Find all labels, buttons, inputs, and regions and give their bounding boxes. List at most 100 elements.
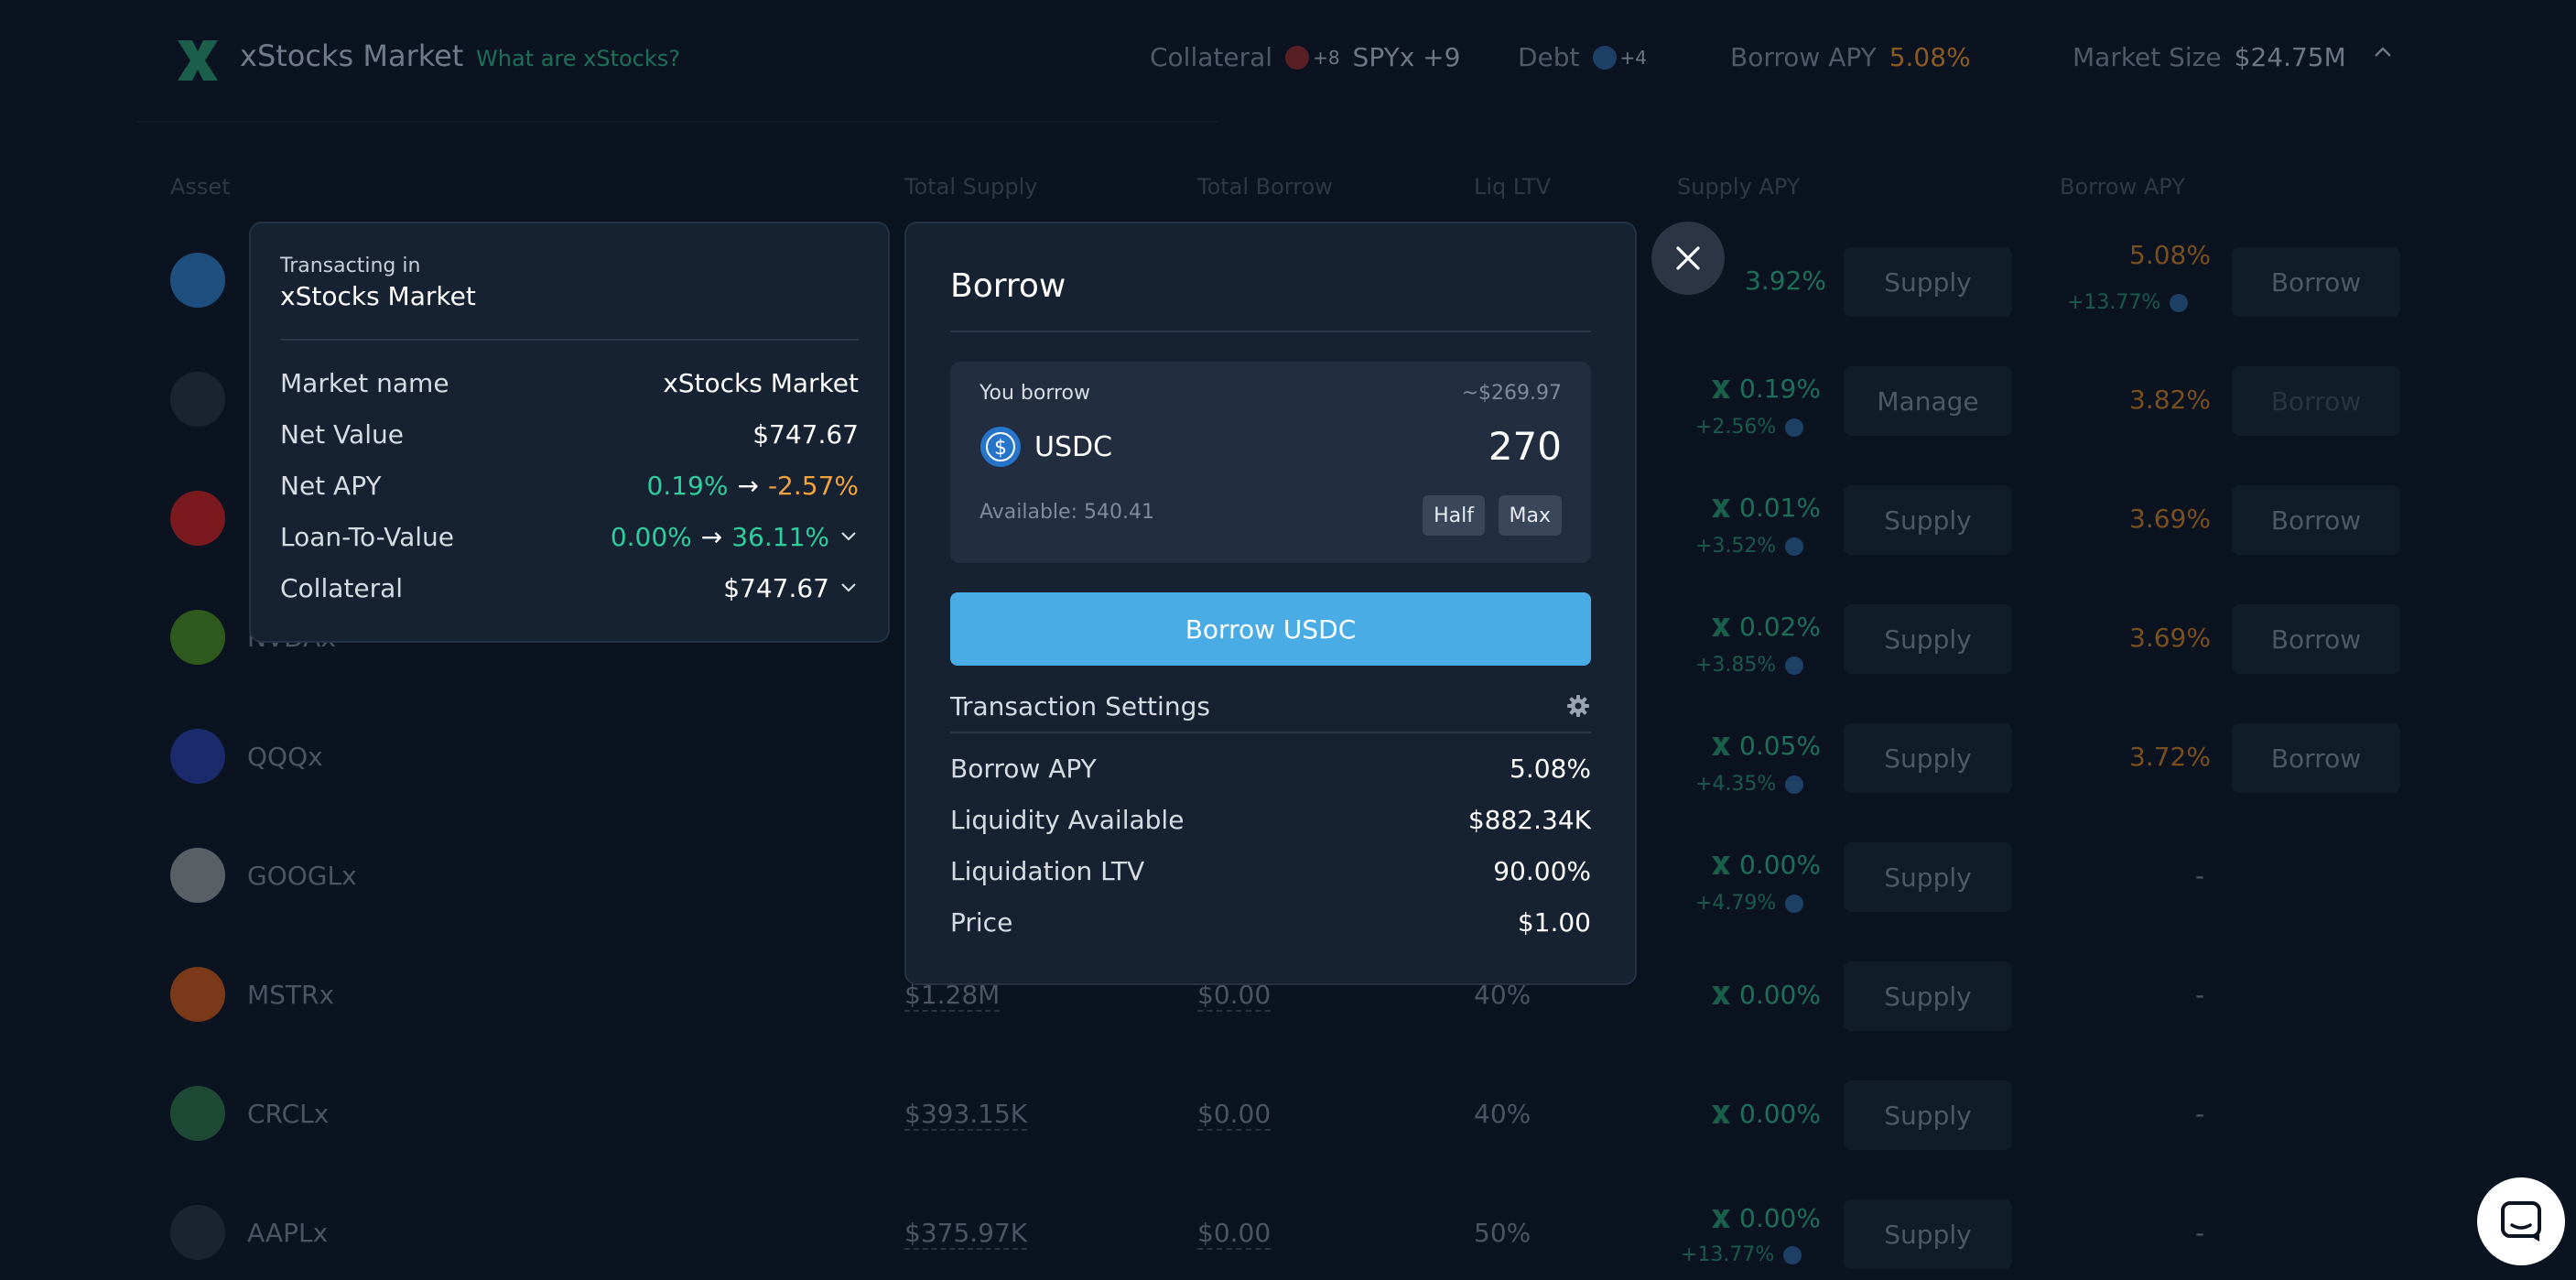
market-name-label: Market name [280, 367, 449, 398]
col-total-borrow[interactable]: Total Borrow [1197, 174, 1333, 200]
borrow-button[interactable]: Borrow [2232, 604, 2400, 674]
debt-stat[interactable]: Debt +4 [1518, 42, 1647, 72]
ltv-row[interactable]: Loan-To-Value 0.00% → 36.11% [280, 511, 859, 562]
supply-apy-boost: +3.85% [1695, 654, 1804, 677]
supply-apy-boost: +4.35% [1695, 773, 1804, 796]
supply-button[interactable]: Supply [1844, 723, 2012, 793]
asset-name: QQQx [247, 742, 323, 772]
supply-button[interactable]: Supply [1844, 842, 2012, 912]
supply-button[interactable]: Supply [1844, 604, 2012, 674]
liq-ltv: 50% [1474, 1218, 1532, 1248]
spy-icon [170, 372, 225, 427]
supply-apy: 0.00% [1710, 850, 1821, 880]
borrow-usdc-button[interactable]: Borrow USDC [950, 592, 1591, 666]
reward-icon [1785, 537, 1804, 556]
borrow-modal: Borrow You borrow ~$269.97 $ USDC Availa… [904, 222, 1637, 985]
chat-icon [2501, 1201, 2541, 1242]
title-divider [950, 331, 1591, 332]
supply-apy-value: 0.00% [1739, 850, 1821, 880]
supply-button[interactable]: Supply [1844, 485, 2012, 555]
supply-apy-boost: +4.79% [1695, 892, 1804, 915]
borrow-amount-input[interactable] [1232, 424, 1562, 469]
what-are-xstocks-link[interactable]: What are xStocks? [476, 46, 680, 71]
collateral-badges: +8 [1285, 45, 1340, 70]
reward-icon [1785, 656, 1804, 675]
col-total-supply[interactable]: Total Supply [904, 174, 1037, 200]
settings-divider [950, 732, 1591, 733]
boost-value: +2.56% [1695, 416, 1777, 439]
supply-button[interactable]: Supply [1844, 1080, 2012, 1150]
collateral-row[interactable]: Collateral $747.67 [280, 562, 859, 613]
collateral-label: Collateral [280, 572, 404, 603]
xstocks-mini-icon [1712, 736, 1730, 755]
aapl-icon [170, 1205, 225, 1260]
table-row[interactable]: CRCLx $393.15K $0.00 40% 0.00% Supply - [137, 1057, 2426, 1176]
borrow-apy-stat: Borrow APY 5.08% [1730, 42, 1971, 72]
supply-apy-value: 0.02% [1739, 612, 1821, 642]
available-balance: Available: 540.41 [980, 501, 1154, 524]
borrow-button[interactable]: Borrow [2232, 247, 2400, 317]
usdc-icon: $ [980, 427, 1021, 467]
supply-apy-value: 0.01% [1739, 493, 1821, 523]
supply-button[interactable]: Supply [1844, 247, 2012, 317]
close-button[interactable] [1651, 222, 1725, 295]
chevron-up-icon[interactable] [2371, 40, 2395, 64]
col-liq-ltv[interactable]: Liq LTV [1474, 174, 1551, 200]
xstocks-mini-icon [1712, 617, 1730, 636]
price-row: Price $1.00 [950, 896, 1591, 948]
asset-name: AAPLx [247, 1218, 329, 1248]
asset-name: CRCLx [247, 1099, 330, 1129]
net-apy-row: Net APY 0.19% → -2.57% [280, 460, 859, 511]
supply-apy-boost: +3.52% [1695, 535, 1804, 558]
collateral-amount: $747.67 [723, 572, 829, 603]
liquidation-ltv-row: Liquidation LTV 90.00% [950, 845, 1591, 896]
borrow-button[interactable]: Borrow [2232, 485, 2400, 555]
chevron-down-icon[interactable] [839, 578, 859, 598]
supply-apy: 0.05% [1710, 731, 1821, 761]
supply-button[interactable]: Supply [1844, 961, 2012, 1031]
supply-button[interactable]: Supply [1844, 1199, 2012, 1269]
manage-button[interactable]: Manage [1844, 366, 2012, 436]
debt-more: +4 [1619, 46, 1648, 69]
xstocks-mini-icon [1712, 1104, 1730, 1123]
transacting-in-label: Transacting in [280, 255, 421, 277]
market-size-value: $24.75M [2234, 42, 2346, 72]
transacting-market: xStocks Market [280, 281, 476, 311]
supply-apy: 0.00% [1710, 1099, 1821, 1129]
table-row[interactable]: AAPLx $375.97K $0.00 50% 0.00% +13.77% S… [137, 1176, 2426, 1280]
ltv-label: Loan-To-Value [280, 521, 455, 552]
boost-value: +13.77% [1681, 1243, 1775, 1266]
borrow-button[interactable]: Borrow [2232, 723, 2400, 793]
liquidity-row: Liquidity Available $882.34K [950, 794, 1591, 845]
xstocks-mini-icon [1712, 1209, 1730, 1228]
half-button[interactable]: Half [1423, 495, 1485, 536]
col-asset: Asset [170, 174, 231, 200]
reward-icon [2170, 293, 2189, 312]
supply-apy-value: 0.00% [1739, 1099, 1821, 1129]
collateral-value: $747.67 [723, 573, 859, 603]
transaction-settings[interactable]: Transaction Settings [950, 680, 1591, 732]
borrow-button[interactable]: Borrow [2232, 366, 2400, 436]
token-symbol: USDC [1034, 430, 1113, 463]
borrow-apy: - [2195, 861, 2205, 891]
arrow-right-icon: → [700, 521, 723, 552]
supply-apy: 0.19% [1710, 374, 1821, 404]
max-button[interactable]: Max [1498, 495, 1562, 536]
ltv-from: 0.00% [610, 521, 692, 552]
borrow-apy-label: Borrow APY [1730, 42, 1877, 72]
ltv-value: 0.00% → 36.11% [611, 522, 859, 552]
borrow-apy-label: Borrow APY [950, 753, 1097, 784]
tsla-icon [170, 491, 225, 546]
chevron-down-icon[interactable] [839, 526, 859, 547]
chat-support-button[interactable] [2477, 1177, 2565, 1265]
gear-icon[interactable] [1565, 693, 1591, 719]
supply-apy-value: 0.00% [1739, 980, 1821, 1010]
collateral-stat[interactable]: Collateral +8 SPYx +9 [1150, 42, 1460, 72]
col-supply-apy[interactable]: Supply APY [1677, 174, 1800, 200]
col-borrow-apy[interactable]: Borrow APY [2060, 174, 2185, 200]
borrow-apy-value: 5.08% [1889, 42, 1971, 72]
net-value-row: Net Value $747.67 [280, 408, 859, 460]
reward-icon [1785, 894, 1804, 913]
borrow-apy: 5.08% [2129, 240, 2211, 270]
reward-icon [1783, 1245, 1802, 1264]
